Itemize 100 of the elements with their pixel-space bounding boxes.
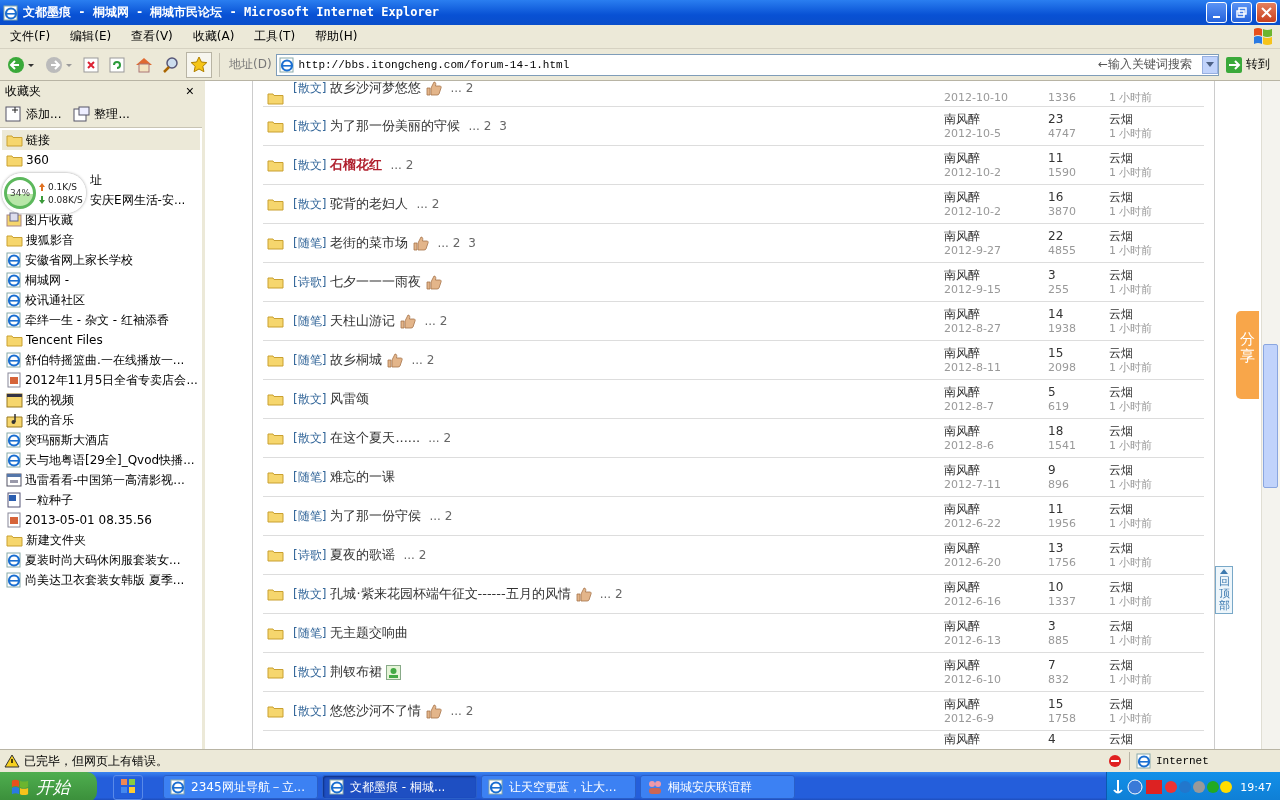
category-link[interactable]: [散文] bbox=[293, 429, 327, 447]
page-link[interactable]: ... 2 bbox=[599, 587, 623, 601]
thread-title-link[interactable]: 为了那一份美丽的守候 bbox=[330, 117, 461, 135]
scrollbar[interactable] bbox=[1261, 81, 1280, 749]
favorite-item[interactable]: 2013-05-01 08.35.56 bbox=[2, 510, 200, 530]
quick-launch-button[interactable] bbox=[113, 774, 143, 800]
page-link[interactable]: ... 2 bbox=[390, 158, 414, 172]
favorite-item[interactable]: 我的视频 bbox=[2, 390, 200, 410]
last-poster[interactable]: 云烟 bbox=[1109, 423, 1204, 439]
favorite-item[interactable]: 牵绊一生 - 杂文 - 红袖添香 bbox=[2, 310, 200, 330]
last-poster[interactable]: 云烟 bbox=[1109, 267, 1204, 283]
favorite-item[interactable]: 我的音乐 bbox=[2, 410, 200, 430]
category-link[interactable]: [随笔] bbox=[293, 351, 327, 369]
page-link[interactable]: ... 2 bbox=[450, 704, 474, 718]
menu-item[interactable]: 帮助(H) bbox=[305, 28, 368, 45]
last-poster[interactable]: 云烟 bbox=[1109, 111, 1204, 127]
favorite-item[interactable]: 安庆E网生活-安... bbox=[90, 190, 200, 210]
thread-title-link[interactable]: 故乡沙河梦悠悠 bbox=[330, 81, 422, 97]
last-poster[interactable]: 云烟 bbox=[1109, 579, 1204, 595]
favorite-item[interactable]: 图片收藏 bbox=[2, 210, 200, 230]
author-name[interactable]: 南风醉 bbox=[944, 384, 1048, 400]
taskbar-button[interactable]: 让天空更蓝，让大... bbox=[481, 775, 636, 799]
last-poster[interactable]: 云烟 bbox=[1109, 345, 1204, 361]
category-link[interactable]: [随笔] bbox=[293, 312, 327, 330]
author-name[interactable]: 南风醉 bbox=[944, 150, 1048, 166]
maximize-button[interactable] bbox=[1231, 2, 1252, 23]
last-poster[interactable]: 云烟 bbox=[1109, 384, 1204, 400]
minimize-button[interactable] bbox=[1206, 2, 1227, 23]
author-name[interactable]: 南风醉 bbox=[944, 111, 1048, 127]
back-to-top-button[interactable]: 回顶部 bbox=[1215, 566, 1233, 615]
favorite-item[interactable]: Tencent Files bbox=[2, 330, 200, 350]
favorites-button[interactable] bbox=[186, 51, 212, 78]
category-link[interactable]: [散文] bbox=[293, 117, 327, 135]
last-poster[interactable]: 云烟 bbox=[1109, 618, 1204, 634]
favorite-item[interactable]: 安徽省网上家长学校 bbox=[2, 250, 200, 270]
category-link[interactable]: [诗歌] bbox=[293, 273, 327, 291]
close-button[interactable]: × bbox=[185, 83, 194, 99]
category-link[interactable]: [散文] bbox=[293, 195, 327, 213]
favorite-item[interactable]: 新建文件夹 bbox=[2, 530, 200, 550]
favorite-item[interactable]: 校讯通社区 bbox=[2, 290, 200, 310]
favorite-item[interactable]: 2012年11月5日全省专卖店会... bbox=[2, 370, 200, 390]
page-link[interactable]: ... 2 bbox=[468, 119, 492, 133]
thread-title-link[interactable]: 驼背的老妇人 bbox=[330, 195, 409, 213]
last-poster[interactable]: 云烟 bbox=[1109, 540, 1204, 556]
page-link[interactable]: ... 2 bbox=[437, 236, 461, 250]
last-poster[interactable]: 云烟 bbox=[1109, 306, 1204, 322]
thread-title-link[interactable]: 夏夜的歌谣 bbox=[330, 546, 396, 564]
thread-title-link[interactable]: 老街的菜市场 bbox=[330, 234, 409, 252]
author-name[interactable]: 南风醉 bbox=[944, 306, 1048, 322]
menu-item[interactable]: 查看(V) bbox=[121, 28, 183, 45]
thread-title-link[interactable]: 为了那一份守侯 bbox=[330, 507, 422, 525]
author-name[interactable]: 南风醉 bbox=[944, 267, 1048, 283]
thread-title-link[interactable]: 无主题交响曲 bbox=[330, 624, 409, 642]
author-name[interactable]: 南风醉 bbox=[944, 228, 1048, 244]
last-poster[interactable]: 云烟 bbox=[1109, 696, 1204, 712]
page-link[interactable]: ... 2 bbox=[403, 548, 427, 562]
category-link[interactable]: [散文] bbox=[293, 390, 327, 408]
category-link[interactable]: [散文] bbox=[293, 156, 327, 174]
thread-title-link[interactable]: 难忘的一课 bbox=[330, 468, 396, 486]
thread-title-link[interactable]: 风雷颂 bbox=[330, 390, 370, 408]
menu-item[interactable]: 文件(F) bbox=[0, 28, 61, 45]
thread-title-link[interactable]: 故乡桐城 bbox=[330, 351, 383, 369]
thread-title-link[interactable]: 孔城·紫来花园杯端午征文------五月的风情 bbox=[330, 585, 571, 603]
favorite-item[interactable]: 迅雷看看-中国第一高清影视... bbox=[2, 470, 200, 490]
go-button[interactable]: 转到 bbox=[1223, 55, 1276, 74]
thread-title-link[interactable]: 石榴花红 bbox=[330, 156, 383, 174]
category-link[interactable]: [散文] bbox=[293, 81, 327, 97]
category-link[interactable]: [诗歌] bbox=[293, 546, 327, 564]
page-link[interactable]: ... 2 bbox=[416, 197, 440, 211]
favorite-item[interactable]: 桐城网 - bbox=[2, 270, 200, 290]
page-link[interactable]: ... 2 bbox=[429, 509, 453, 523]
last-poster[interactable]: 云烟 bbox=[1109, 501, 1204, 517]
last-poster[interactable]: 云烟 bbox=[1109, 228, 1204, 244]
thread-title-link[interactable]: 荆钗布裙 bbox=[330, 663, 383, 681]
last-poster[interactable]: 云烟 bbox=[1109, 731, 1204, 747]
start-button[interactable]: 开始 bbox=[0, 772, 97, 800]
thread-title-link[interactable]: 在这个夏天...... bbox=[330, 429, 421, 447]
favorite-item[interactable]: 360 bbox=[2, 150, 200, 170]
favorite-item[interactable]: 舒伯特摇篮曲.一在线播放一... bbox=[2, 350, 200, 370]
category-link[interactable]: [随笔] bbox=[293, 624, 327, 642]
add-favorite-button[interactable]: 添加... bbox=[4, 104, 63, 124]
category-link[interactable]: [散文] bbox=[293, 585, 327, 603]
taskbar-button[interactable]: 2345网址导航－立... bbox=[163, 775, 318, 799]
author-name[interactable]: 南风醉 bbox=[944, 501, 1048, 517]
last-poster[interactable]: 云烟 bbox=[1109, 657, 1204, 673]
category-link[interactable]: [随笔] bbox=[293, 507, 327, 525]
category-link[interactable]: [散文] bbox=[293, 663, 327, 681]
taskbar-button[interactable]: 文都墨痕 - 桐城... bbox=[322, 775, 477, 799]
author-name[interactable]: 南风醉 bbox=[944, 731, 1048, 747]
address-dropdown[interactable] bbox=[1202, 55, 1218, 74]
thread-title-link[interactable]: 悠悠沙河不了情 bbox=[330, 702, 422, 720]
favorite-item[interactable]: 天与地粤语[29全]_Qvod快播... bbox=[2, 450, 200, 470]
category-link[interactable]: [随笔] bbox=[293, 468, 327, 486]
category-link[interactable]: [散文] bbox=[293, 702, 327, 720]
author-name[interactable]: 南风醉 bbox=[944, 345, 1048, 361]
close-button[interactable] bbox=[1256, 2, 1277, 23]
favorite-item[interactable]: 突玛丽斯大酒店 bbox=[2, 430, 200, 450]
author-name[interactable]: 南风醉 bbox=[944, 462, 1048, 478]
author-name[interactable]: 南风醉 bbox=[944, 189, 1048, 205]
favorite-item[interactable]: 一粒种子 bbox=[2, 490, 200, 510]
